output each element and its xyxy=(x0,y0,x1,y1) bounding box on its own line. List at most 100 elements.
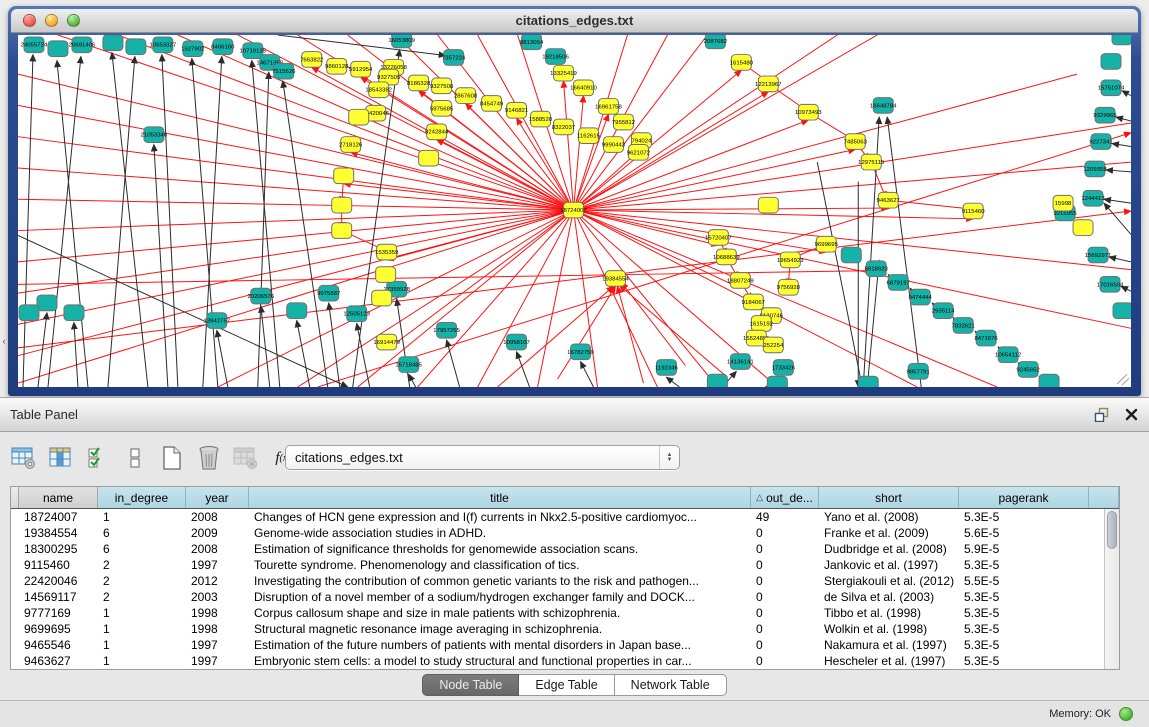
graph-edge[interactable] xyxy=(1104,203,1131,234)
delete-table-icon[interactable] xyxy=(232,444,260,472)
column-header-out_de[interactable]: △out_de... xyxy=(751,487,819,508)
table-cell[interactable]: 2008 xyxy=(186,509,249,525)
column-header-short[interactable]: short xyxy=(819,487,959,508)
graph-node[interactable] xyxy=(332,223,352,239)
column-header-title[interactable]: title xyxy=(249,487,751,508)
tab-network-table[interactable]: Network Table xyxy=(615,674,727,696)
table-row[interactable]: 969969511998Structural magnetic resonanc… xyxy=(11,621,1119,637)
graph-node[interactable] xyxy=(858,376,878,387)
memory-status-indicator[interactable] xyxy=(1119,707,1133,721)
table-cell[interactable]: 6 xyxy=(98,525,186,541)
table-cell[interactable]: 0 xyxy=(751,573,819,589)
column-header-in_degree[interactable]: in_degree xyxy=(98,487,186,508)
graph-edge[interactable] xyxy=(1106,170,1131,172)
table-cell[interactable]: Yano et al. (2008) xyxy=(819,509,959,525)
window-titlebar[interactable]: citations_edges.txt xyxy=(11,9,1138,33)
table-cell[interactable]: Structural magnetic resonance image aver… xyxy=(249,621,751,637)
graph-node[interactable] xyxy=(1073,220,1093,236)
table-cell[interactable]: Dudbridge et al. (2008) xyxy=(819,541,959,557)
graph-edge[interactable] xyxy=(258,72,269,387)
table-cell[interactable]: 0 xyxy=(751,557,819,573)
graph-node[interactable] xyxy=(1101,54,1121,70)
graph-edge[interactable] xyxy=(154,145,168,387)
table-cell[interactable]: 5.5E-5 xyxy=(959,573,1089,589)
graph-edge[interactable] xyxy=(203,57,222,387)
graph-node[interactable] xyxy=(1113,303,1131,319)
table-cell[interactable]: 0 xyxy=(751,525,819,541)
table-cell[interactable]: 9699695 xyxy=(19,621,98,637)
graph-node[interactable] xyxy=(37,295,57,311)
table-cell[interactable]: Disruption of a novel member of a sodium… xyxy=(249,589,751,605)
table-cell[interactable]: Wolkin et al. (1998) xyxy=(819,621,959,637)
graph-edge[interactable] xyxy=(192,58,218,387)
graph-node[interactable] xyxy=(64,305,84,321)
table-cell[interactable]: 2 xyxy=(98,557,186,573)
show-columns-icon[interactable] xyxy=(47,444,75,472)
table-cell[interactable]: 0 xyxy=(751,621,819,637)
table-cell[interactable]: 5.3E-5 xyxy=(959,637,1089,653)
column-header-year[interactable]: year xyxy=(186,487,249,508)
graph-edge[interactable] xyxy=(574,210,598,387)
table-cell[interactable]: 0 xyxy=(751,637,819,653)
table-row[interactable]: 1872400712008Changes of HCN gene express… xyxy=(11,509,1119,525)
table-cell[interactable]: 0 xyxy=(751,541,819,557)
table-row[interactable]: 2242004622012Investigating the contribut… xyxy=(11,573,1119,589)
graph-node[interactable] xyxy=(48,41,68,57)
table-cell[interactable]: 14569117 xyxy=(19,589,98,605)
table-cell[interactable]: 2 xyxy=(98,589,186,605)
table-cell[interactable]: 9777169 xyxy=(19,605,98,621)
table-cell[interactable]: 18300295 xyxy=(19,541,98,557)
table-cell[interactable]: 22420046 xyxy=(19,573,98,589)
network-canvas[interactable]: 2405572420691406106533271527902846616010… xyxy=(18,35,1131,387)
graph-edge[interactable] xyxy=(817,162,862,387)
table-cell[interactable]: 5.3E-5 xyxy=(959,557,1089,573)
table-cell[interactable]: 1 xyxy=(98,509,186,525)
graph-node[interactable] xyxy=(372,290,392,306)
graph-edge[interactable] xyxy=(357,323,370,387)
table-cell[interactable]: Estimation of significance thresholds fo… xyxy=(249,541,751,557)
graph-edge[interactable] xyxy=(580,362,593,387)
table-row[interactable]: 1938455462009Genome-wide association stu… xyxy=(11,525,1119,541)
graph-edge[interactable] xyxy=(387,210,574,260)
table-cell[interactable]: 0 xyxy=(751,589,819,605)
table-cell[interactable]: de Silva et al. (2003) xyxy=(819,589,959,605)
graph-node[interactable] xyxy=(1039,374,1059,387)
resize-grip-icon[interactable] xyxy=(1117,374,1129,385)
tab-node-table[interactable]: Node Table xyxy=(422,674,519,696)
table-scrollbar[interactable] xyxy=(1104,509,1119,669)
graph-edge[interactable] xyxy=(1104,199,1131,203)
column-header-name[interactable]: name xyxy=(19,487,98,508)
table-cell[interactable]: 2009 xyxy=(186,525,249,541)
delete-column-icon[interactable] xyxy=(195,444,223,472)
graph-edge[interactable] xyxy=(57,60,88,387)
table-cell[interactable]: 1 xyxy=(98,621,186,637)
rows-icon[interactable] xyxy=(121,444,149,472)
graph-edge[interactable] xyxy=(558,286,616,379)
table-cell[interactable]: Investigating the contribution of common… xyxy=(249,573,751,589)
table-cell[interactable]: 5.3E-5 xyxy=(959,653,1089,669)
new-column-icon[interactable] xyxy=(158,444,186,472)
graph-edge[interactable] xyxy=(297,321,310,387)
graph-edge[interactable] xyxy=(217,330,228,387)
table-cell[interactable]: Estimation of the future numbers of pati… xyxy=(249,637,751,653)
table-row[interactable]: 946362711997Embryonic stem cells: a mode… xyxy=(11,653,1119,669)
table-cell[interactable]: Stergiakouli et al. (2012) xyxy=(819,573,959,589)
graph-edge[interactable] xyxy=(574,35,708,210)
graph-node[interactable] xyxy=(419,150,439,166)
graph-edge[interactable] xyxy=(564,81,574,210)
tab-edge-table[interactable]: Edge Table xyxy=(519,674,614,696)
table-cell[interactable]: 0 xyxy=(751,653,819,669)
graph-edge[interactable] xyxy=(478,210,574,387)
graph-edge[interactable] xyxy=(18,168,574,210)
table-cell[interactable]: Tibbo et al. (1998) xyxy=(819,605,959,621)
graph-node[interactable] xyxy=(103,35,123,51)
table-cell[interactable]: Embryonic stem cells: a model to study s… xyxy=(249,653,751,669)
column-select-icon[interactable] xyxy=(84,444,112,472)
graph-edge[interactable] xyxy=(112,53,148,387)
table-cell[interactable]: 5.3E-5 xyxy=(959,509,1089,525)
graph-edge[interactable] xyxy=(261,306,270,387)
graph-node[interactable] xyxy=(1112,35,1131,45)
table-cell[interactable]: Franke et al. (2009) xyxy=(819,525,959,541)
table-cell[interactable]: 5.9E-5 xyxy=(959,541,1089,557)
table-cell[interactable]: 1 xyxy=(98,653,186,669)
